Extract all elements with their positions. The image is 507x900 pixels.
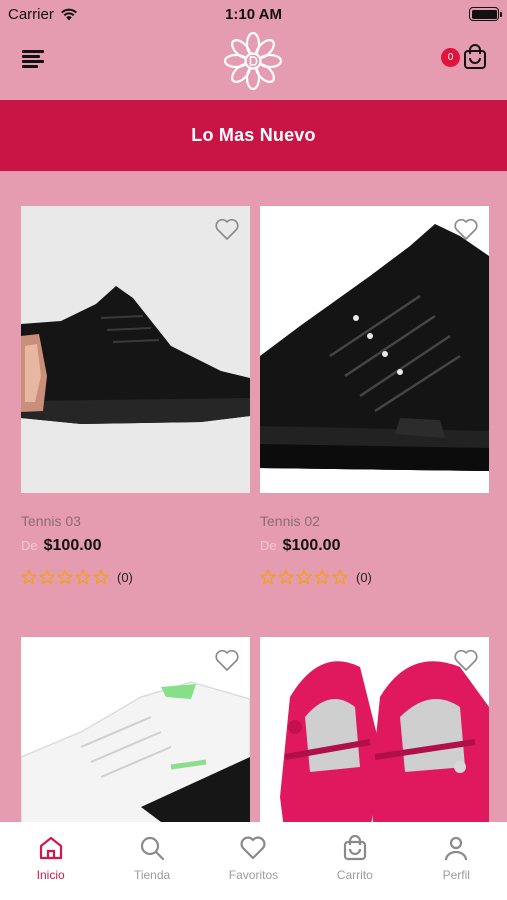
product-rating: (0) <box>21 569 250 585</box>
nav-label: Tienda <box>133 868 171 882</box>
rating-count: (0) <box>356 569 372 585</box>
product-name[interactable]: Tennis 03 <box>21 513 250 529</box>
favorite-heart-icon[interactable] <box>214 217 240 241</box>
brand-logo[interactable] <box>222 30 284 92</box>
star-icon <box>93 569 109 585</box>
nav-label: Inicio <box>36 868 65 882</box>
nav-item-tienda[interactable]: Tienda <box>107 834 197 882</box>
app-header: 0 <box>0 28 507 100</box>
price-prefix: De <box>260 538 277 553</box>
status-bar: Carrier 1:10 AM <box>0 0 507 28</box>
product-image[interactable] <box>260 206 489 493</box>
header-cart[interactable]: 0 <box>441 44 487 70</box>
menu-line <box>22 60 44 63</box>
bottom-navigation: Inicio Tienda Favoritos Carrito Perfil <box>0 822 507 900</box>
star-icon <box>75 569 91 585</box>
product-price: $100.00 <box>43 537 102 554</box>
heart-icon <box>240 836 266 860</box>
star-icon <box>278 569 294 585</box>
rating-count: (0) <box>117 569 133 585</box>
nav-item-favoritos[interactable]: Favoritos <box>208 834 298 882</box>
star-icon <box>296 569 312 585</box>
shopping-bag-icon <box>343 834 366 861</box>
nav-item-perfil[interactable]: Perfil <box>411 834 501 882</box>
menu-line <box>22 65 38 68</box>
product-card[interactable]: Tennis 03 De $100.00 (0) <box>21 206 250 585</box>
star-icon <box>260 569 276 585</box>
nav-label: Carrito <box>336 868 373 882</box>
home-icon <box>39 836 62 860</box>
price-prefix: De <box>21 538 38 553</box>
favorite-heart-icon[interactable] <box>214 648 240 672</box>
star-icon <box>314 569 330 585</box>
wifi-icon <box>60 8 77 20</box>
star-icon <box>57 569 73 585</box>
nav-label: Favoritos <box>228 868 279 882</box>
menu-button[interactable] <box>22 48 48 70</box>
cart-count-badge: 0 <box>441 47 460 67</box>
favorite-heart-icon[interactable] <box>453 648 479 672</box>
user-icon <box>445 836 468 861</box>
product-price: $100.00 <box>282 537 341 554</box>
menu-line <box>22 55 40 58</box>
product-card[interactable]: Tennis 02 De $100.00 (0) <box>260 206 489 585</box>
favorite-heart-icon[interactable] <box>453 217 479 241</box>
status-left: Carrier <box>8 6 78 23</box>
nav-label: Perfil <box>442 868 470 882</box>
battery-level <box>471 9 497 19</box>
nav-item-carrito[interactable]: Carrito <box>310 834 400 882</box>
carrier-label: Carrier <box>8 5 54 23</box>
product-price-row: De $100.00 <box>260 537 489 555</box>
sneaker-image <box>260 224 489 471</box>
product-rating: (0) <box>260 569 489 585</box>
product-image[interactable] <box>21 206 250 493</box>
section-banner: Lo Mas Nuevo <box>0 100 507 171</box>
star-icon <box>39 569 55 585</box>
sneaker-image <box>21 286 250 424</box>
section-title: Lo Mas Nuevo <box>191 125 316 145</box>
star-icon <box>332 569 348 585</box>
product-name[interactable]: Tennis 02 <box>260 513 489 529</box>
star-icon <box>21 569 37 585</box>
search-icon <box>140 836 165 861</box>
shopping-bag-icon <box>464 44 486 69</box>
product-price-row: De $100.00 <box>21 537 250 555</box>
battery-icon <box>469 7 502 21</box>
menu-line <box>22 50 44 53</box>
nav-item-inicio[interactable]: Inicio <box>6 834 96 882</box>
